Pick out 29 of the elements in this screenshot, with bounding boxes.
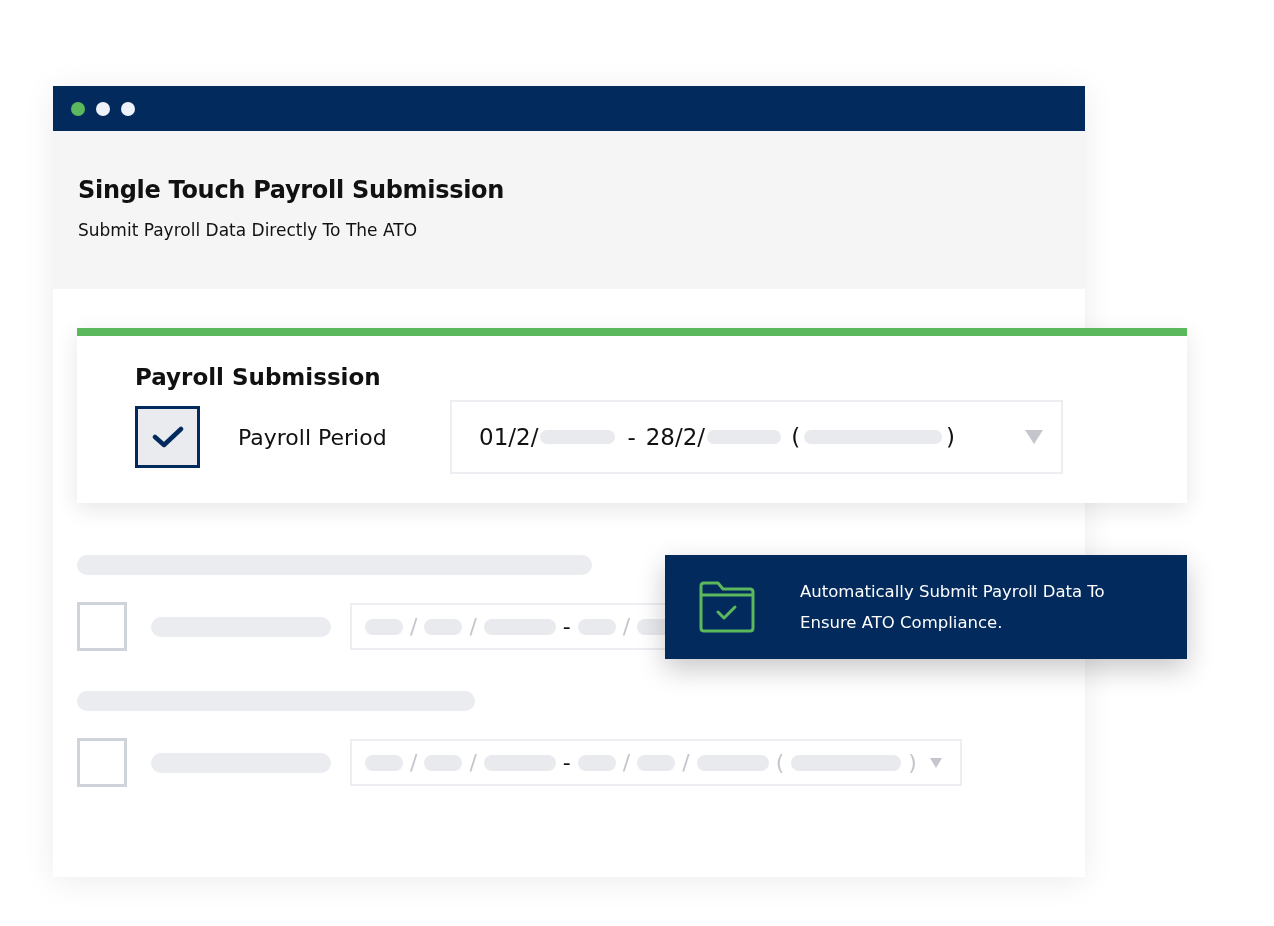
window-dot[interactable] [71, 101, 85, 116]
date-text: 01/2/ [479, 424, 539, 450]
placeholder-separator: ( [775, 750, 785, 775]
card-heading: Payroll Submission [135, 364, 382, 390]
caret-icon [1025, 430, 1043, 444]
window-dot[interactable] [121, 101, 135, 116]
placeholder-separator: / [410, 614, 418, 639]
placeholder-separator: - [562, 614, 571, 639]
date-text: 28/2/ [645, 424, 706, 450]
placeholder-separator: / [622, 750, 631, 775]
placeholder-field[interactable]: / / - / / ( ) [350, 739, 962, 786]
parenthesis: ) [946, 424, 956, 450]
checkmark-icon [151, 425, 184, 449]
placeholder-separator: - [562, 750, 571, 775]
placeholder-separator: / [469, 614, 477, 639]
placeholder-separator: / [469, 750, 477, 775]
date-separator: - [627, 424, 636, 450]
placeholder-separator: / [410, 750, 418, 775]
period-dropdown[interactable]: 01/2/ - 28/2/ ( ) [450, 400, 1063, 474]
parenthesis: ( [791, 424, 801, 450]
placeholder-separator: / [622, 614, 631, 639]
placeholder-separator: / [682, 750, 690, 775]
placeholder-separator: ) [908, 750, 917, 775]
field-label: Payroll Period [238, 424, 388, 450]
page-title: Single Touch Payroll Submission [78, 176, 506, 204]
page-subtitle: Submit Payroll Data Directly To The ATO [78, 220, 419, 240]
checkbox[interactable] [135, 406, 200, 468]
folder-check-icon [698, 581, 756, 633]
window-dot[interactable] [96, 101, 110, 116]
